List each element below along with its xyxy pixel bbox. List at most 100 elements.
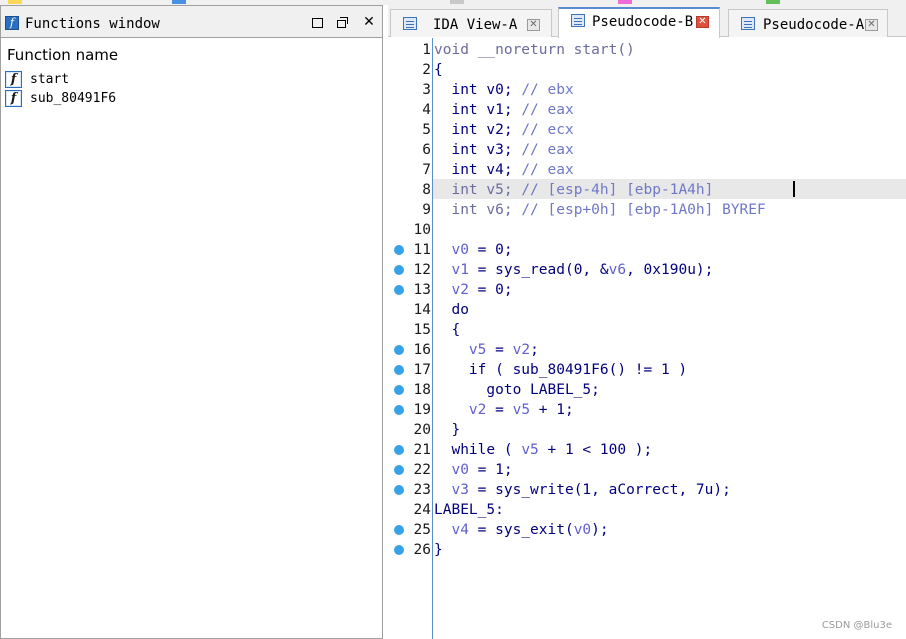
code-line[interactable]: 21 while ( v5 + 1 < 100 ); — [388, 440, 906, 460]
toolbar-icon[interactable] — [450, 0, 464, 4]
breakpoint-dot-icon[interactable] — [394, 385, 404, 395]
code-token: goto LABEL_5; — [434, 382, 600, 398]
code-line[interactable]: 13 v2 = 0; — [388, 280, 906, 300]
close-icon[interactable]: ✕ — [361, 14, 377, 30]
code-line[interactable]: 19 v2 = v5 + 1; — [388, 400, 906, 420]
line-number: 24 — [413, 502, 431, 518]
code-text: } — [434, 541, 443, 559]
toolbar-icon[interactable] — [766, 0, 780, 4]
code-line[interactable]: 1 void __noreturn start() — [388, 40, 906, 60]
code-line[interactable]: 11 v0 = 0; — [388, 240, 906, 260]
toolbar-icon[interactable] — [618, 0, 632, 4]
breakpoint-dot-icon[interactable] — [394, 245, 404, 255]
function-icon: f — [5, 16, 19, 30]
tab-ida-view-a[interactable]: IDA View-A ✕ — [390, 9, 552, 37]
code-text: { — [434, 321, 460, 339]
line-number: 15 — [413, 322, 431, 338]
code-token: int v1; — [434, 102, 522, 118]
code-token: v2 — [468, 402, 487, 418]
code-token: v6 — [608, 262, 627, 278]
tab-bar: IDA View-A ✕ Pseudocode-B ✕ Pseudocode-A… — [388, 5, 906, 38]
code-token: { — [434, 62, 443, 78]
code-token: while ( — [434, 442, 522, 458]
breakpoint-dot-icon[interactable] — [394, 265, 404, 275]
tab-pseudocode-a[interactable]: Pseudocode-A ✕ — [728, 9, 888, 37]
breakpoint-dot-icon[interactable] — [394, 365, 404, 375]
breakpoint-dot-icon[interactable] — [394, 345, 404, 355]
code-line[interactable]: 10 — [388, 220, 906, 240]
code-line[interactable]: 20 } — [388, 420, 906, 440]
dock-icon[interactable] — [335, 14, 351, 30]
close-icon[interactable]: ✕ — [527, 19, 540, 31]
code-line[interactable]: 26} — [388, 540, 906, 560]
functions-window-titlebar[interactable]: f Functions window ✕ — [1, 6, 382, 38]
code-text: int v3; // eax — [434, 141, 573, 159]
code-token: } — [434, 542, 443, 558]
code-line[interactable]: 15 { — [388, 320, 906, 340]
code-line[interactable]: 17 if ( sub_80491F6() != 1 ) — [388, 360, 906, 380]
code-line[interactable]: 24 LABEL_5: — [388, 500, 906, 520]
code-line[interactable]: 25 v4 = sys_exit(v0); — [388, 520, 906, 540]
code-text: v5 = v2; — [434, 341, 539, 359]
code-line[interactable]: 16 v5 = v2; — [388, 340, 906, 360]
code-line[interactable]: 6 int v3; // eax — [388, 140, 906, 160]
code-line[interactable]: 2{ — [388, 60, 906, 80]
code-text: { — [434, 61, 443, 79]
code-token: { — [434, 322, 461, 338]
code-line[interactable]: 12 v1 = sys_read(0, &v6, 0x190u); — [388, 260, 906, 280]
disassembly-icon — [403, 17, 417, 30]
code-token: // ebx — [521, 82, 574, 98]
code-token: do — [434, 302, 469, 318]
line-number: 25 — [413, 522, 431, 538]
close-icon[interactable]: ✕ — [865, 19, 878, 31]
code-token: v0 — [451, 242, 469, 258]
code-line[interactable]: 7 int v4; // eax — [388, 160, 906, 180]
watermark: CSDN @Blu3e — [821, 620, 892, 631]
breakpoint-dot-icon[interactable] — [394, 405, 404, 415]
code-token: v0 — [451, 462, 469, 478]
breakpoint-dot-icon[interactable] — [394, 465, 404, 475]
code-token: + 1 < 100 ); — [538, 442, 653, 458]
breakpoint-dot-icon[interactable] — [394, 525, 404, 535]
code-text: int v6; // [esp+0h] [ebp-1A0h] BYREF — [434, 201, 766, 219]
code-line[interactable]: 18 goto LABEL_5; — [388, 380, 906, 400]
breakpoint-dot-icon[interactable] — [394, 445, 404, 455]
code-line[interactable]: 23 v3 = sys_write(1, aCorrect, 7u); — [388, 480, 906, 500]
code-token: int v0; — [434, 82, 522, 98]
code-line[interactable]: 14 do — [388, 300, 906, 320]
toolbar-icon[interactable] — [8, 0, 22, 4]
code-line[interactable]: 9 int v6; // [esp+0h] [ebp-1A0h] BYREF — [388, 200, 906, 220]
toolbar-icon[interactable] — [172, 0, 186, 4]
tab-pseudocode-b[interactable]: Pseudocode-B ✕ — [558, 7, 720, 38]
code-token: // [esp-4h] [ebp-1A4h] — [521, 182, 714, 198]
breakpoint-dot-icon[interactable] — [394, 485, 404, 495]
code-line[interactable]: 8 int v5; // [esp-4h] [ebp-1A4h] — [388, 180, 906, 200]
line-number: 20 — [413, 422, 431, 438]
code-token: // eax — [521, 102, 574, 118]
breakpoint-dot-icon[interactable] — [394, 285, 404, 295]
code-token: int v4; — [434, 162, 522, 178]
maximize-icon[interactable] — [309, 14, 325, 30]
code-token: LABEL_5: — [434, 502, 504, 518]
functions-window-title: Functions window — [25, 16, 160, 32]
code-line[interactable]: 5 int v2; // ecx — [388, 120, 906, 140]
line-number: 18 — [413, 382, 431, 398]
close-icon[interactable]: ✕ — [696, 16, 709, 28]
function-name-column-header[interactable]: Function name — [7, 46, 118, 64]
code-token: v2 — [451, 282, 469, 298]
code-text: int v1; // eax — [434, 101, 574, 119]
line-number: 3 — [422, 82, 431, 98]
code-line[interactable]: 22 v0 = 1; — [388, 460, 906, 480]
function-name: sub_80491F6 — [30, 91, 117, 106]
breakpoint-dot-icon[interactable] — [394, 545, 404, 555]
code-token: ; — [530, 342, 539, 358]
code-line[interactable]: 4 int v1; // eax — [388, 100, 906, 120]
code-token: // [esp+0h] [ebp-1A0h] BYREF — [521, 202, 766, 218]
code-text: v1 = sys_read(0, &v6, 0x190u); — [434, 261, 713, 279]
code-line[interactable]: 3 int v0; // ebx — [388, 80, 906, 100]
